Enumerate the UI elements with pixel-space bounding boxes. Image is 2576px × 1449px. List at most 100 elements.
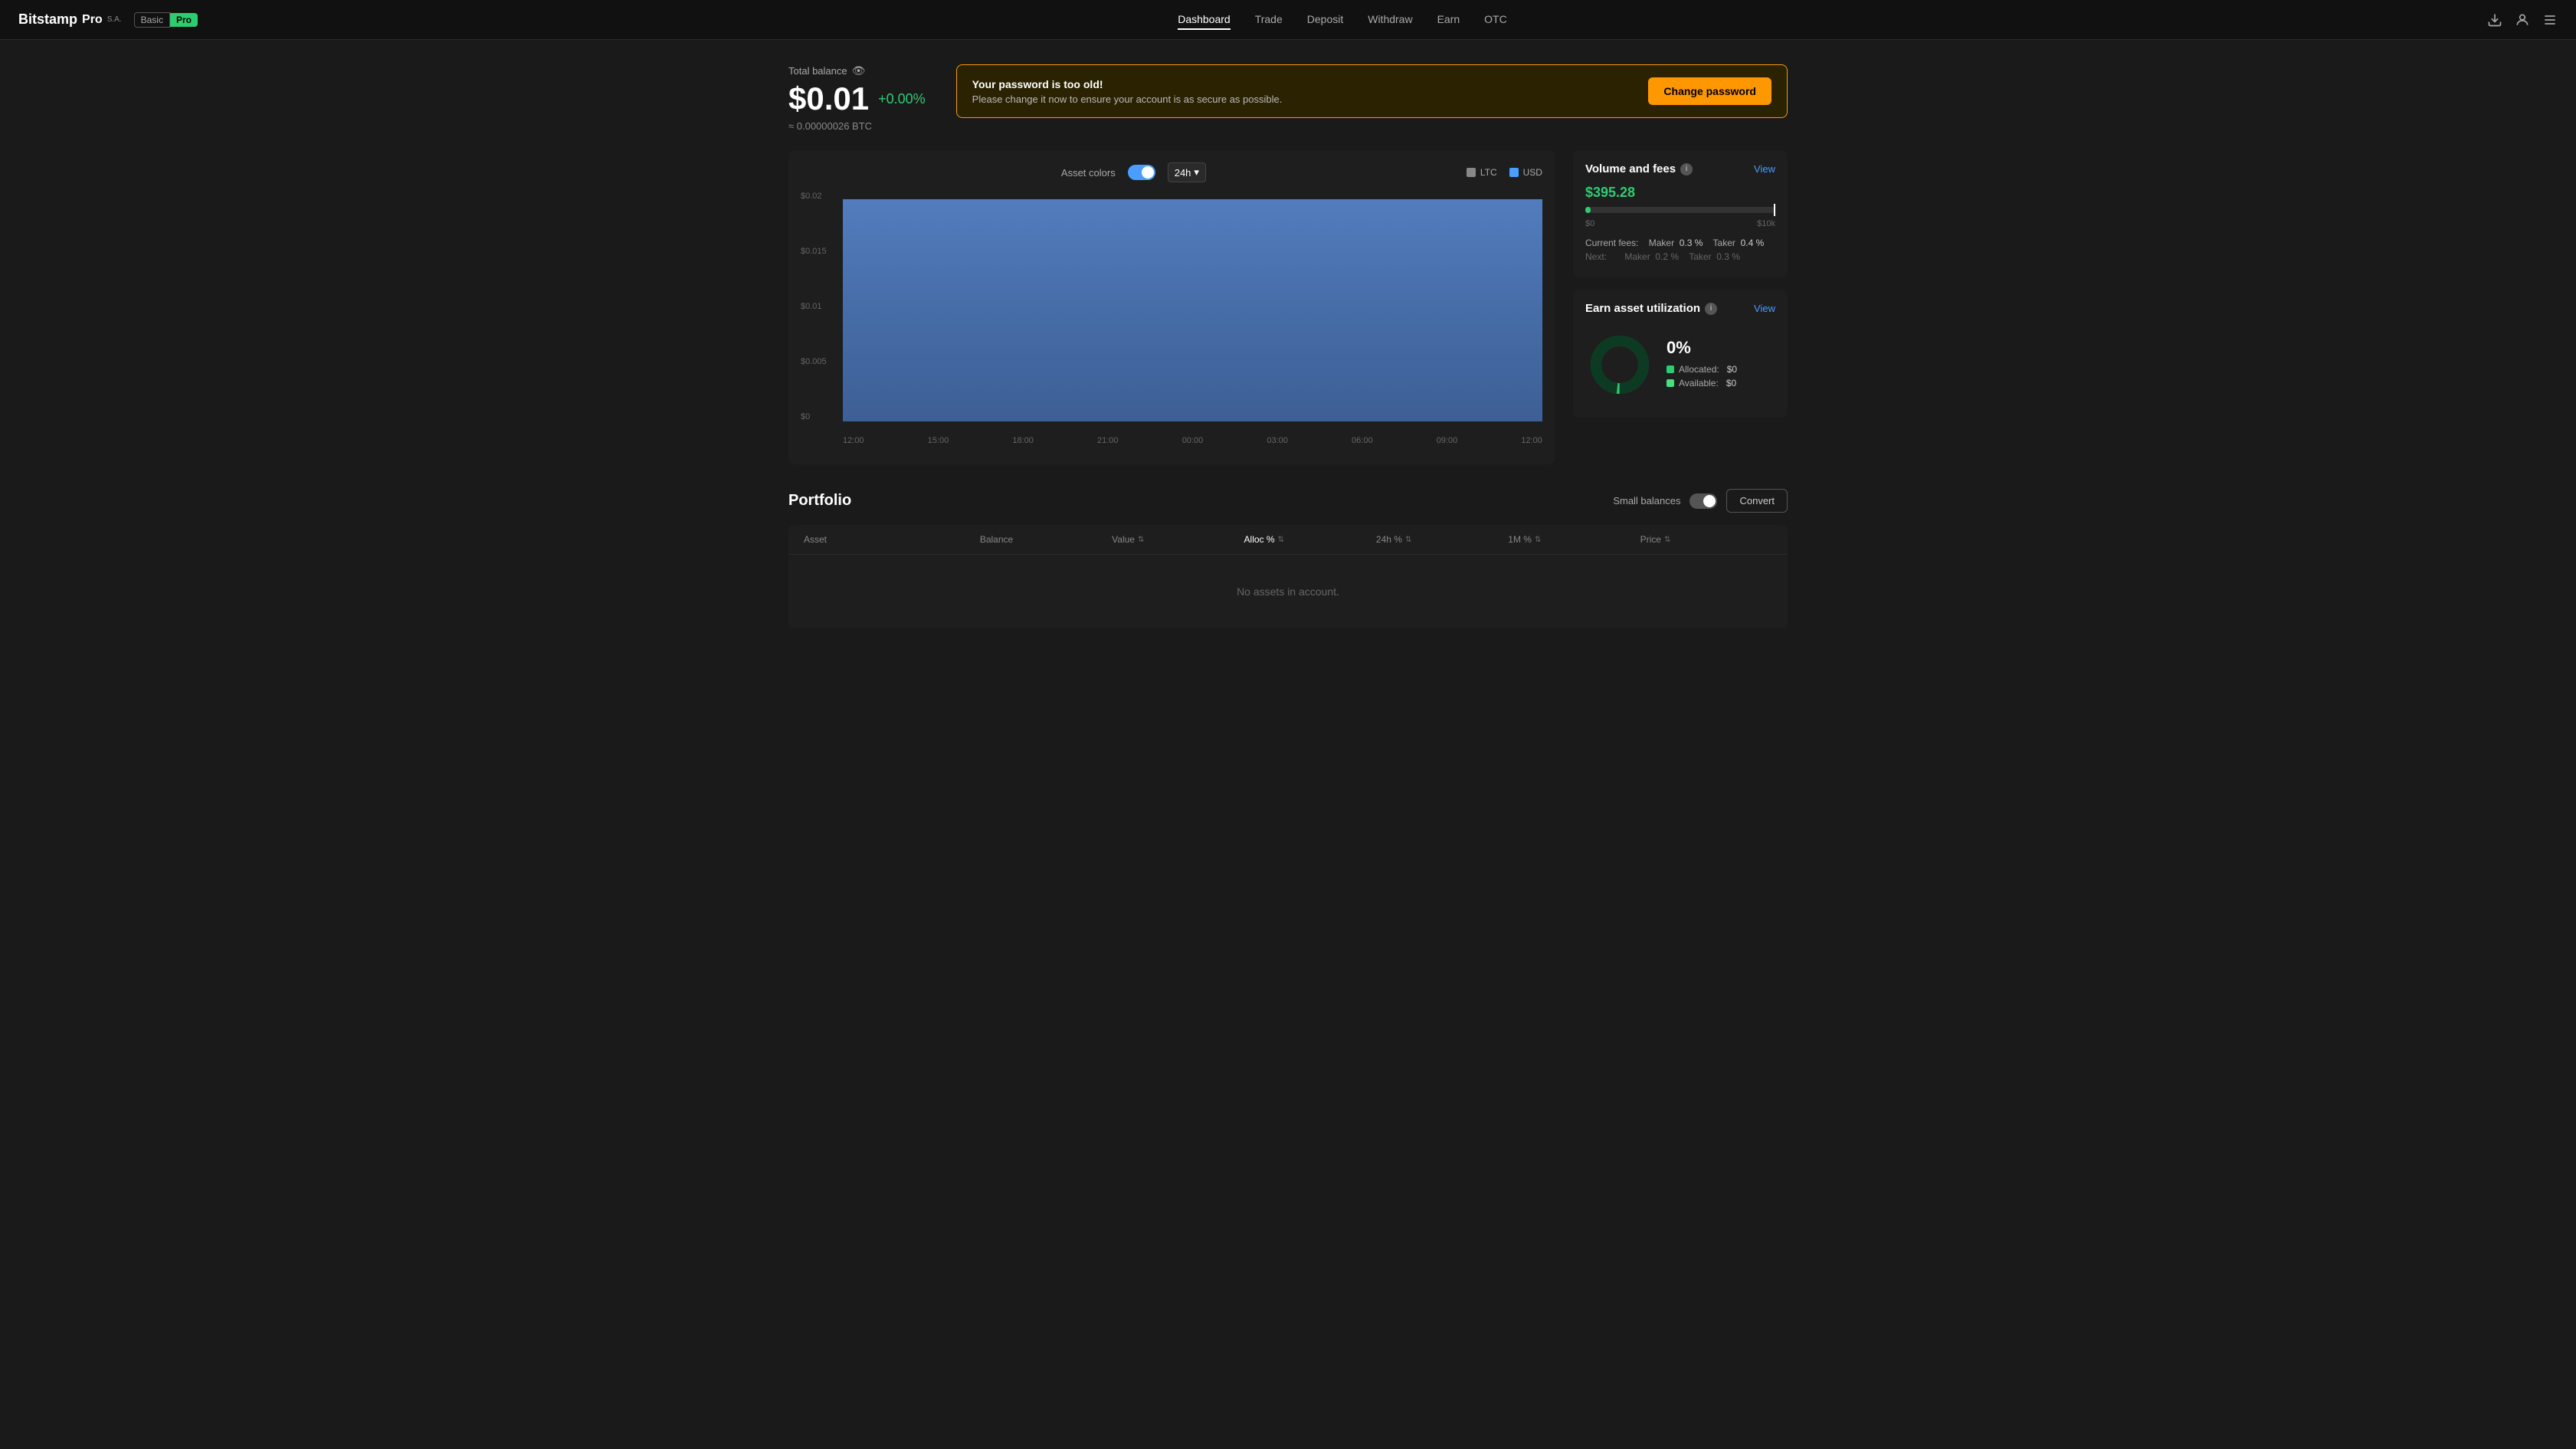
current-fees-row: Current fees: Maker 0.3 % Taker 0.4 %	[1585, 238, 1775, 248]
password-warning-banner: Your password is too old! Please change …	[956, 64, 1788, 118]
balance-info: Total balance 👁 $0.01 +0.00% ≈ 0.0000002…	[788, 64, 926, 132]
allocated-value: $0	[1727, 364, 1737, 375]
earn-available-row: Available: $0	[1667, 378, 1775, 388]
logo: Bitstamp Pro S.A.	[18, 11, 122, 28]
next-fees-row: Next: Maker 0.2 % Taker 0.3 %	[1585, 251, 1775, 262]
volume-fees-title: Volume and fees i	[1585, 162, 1693, 175]
chart-header: Asset colors 24h ▾ LTC USD	[801, 162, 1542, 182]
earn-info: 0% Allocated: $0 Available: $0	[1667, 338, 1775, 392]
volume-bar	[1585, 207, 1775, 213]
nav-dashboard[interactable]: Dashboard	[1178, 10, 1231, 30]
volume-amount: $395.28	[1585, 185, 1775, 201]
next-taker-value: 0.3 %	[1716, 251, 1740, 262]
password-warning-title: Your password is too old!	[972, 78, 1283, 90]
col-asset: Asset	[804, 534, 980, 545]
legend-ltc: LTC	[1467, 167, 1497, 178]
balance-section: Total balance 👁 $0.01 +0.00% ≈ 0.0000002…	[788, 64, 1788, 132]
chart-x-labels: 12:00 15:00 18:00 21:00 00:00 03:00 06:0…	[843, 429, 1542, 452]
chart-y-labels: $0.02 $0.015 $0.01 $0.005 $0	[801, 192, 839, 421]
balance-btc: ≈ 0.00000026 BTC	[788, 120, 926, 132]
chart-svg	[843, 192, 1542, 421]
next-maker-value: 0.2 %	[1655, 251, 1679, 262]
balance-amount: $0.01 +0.00%	[788, 80, 926, 117]
portfolio-table: Asset Balance Value ⇅ Alloc % ⇅ 24h % ⇅	[788, 525, 1788, 628]
earn-utilization-title: Earn asset utilization i	[1585, 302, 1717, 315]
volume-bar-labels: $0 $10k	[1585, 219, 1775, 228]
earn-chart-area: 0% Allocated: $0 Available: $0	[1585, 324, 1775, 405]
main-content: Total balance 👁 $0.01 +0.00% ≈ 0.0000002…	[752, 40, 1824, 653]
volume-fees-info-icon[interactable]: i	[1680, 163, 1693, 175]
convert-button[interactable]: Convert	[1726, 489, 1788, 513]
balance-change: +0.00%	[878, 91, 926, 107]
legend-usd-dot	[1509, 168, 1519, 177]
nav-earn[interactable]: Earn	[1437, 10, 1460, 30]
portfolio-controls: Small balances Convert	[1613, 489, 1788, 513]
header-actions	[2487, 12, 2558, 28]
header: Bitstamp Pro S.A. Basic Pro Dashboard Tr…	[0, 0, 2576, 40]
small-balances-toggle[interactable]	[1689, 493, 1717, 509]
volume-fees-view-link[interactable]: View	[1754, 163, 1775, 175]
download-button[interactable]	[2487, 12, 2502, 28]
earn-donut-chart	[1585, 330, 1654, 399]
badge-basic[interactable]: Basic	[134, 12, 170, 28]
col-value: Value ⇅	[1112, 534, 1244, 545]
nav-withdraw[interactable]: Withdraw	[1368, 10, 1412, 30]
legend-usd: USD	[1509, 167, 1542, 178]
logo-pro-text: Pro	[82, 13, 103, 27]
right-sidebar: Volume and fees i View $395.28 $0 $10k C…	[1573, 150, 1788, 464]
legend-ltc-dot	[1467, 168, 1476, 177]
asset-colors-toggle[interactable]	[1128, 165, 1155, 180]
earn-utilization-card: Earn asset utilization i View	[1573, 290, 1788, 418]
24h-sort-icon[interactable]: ⇅	[1405, 536, 1411, 544]
earn-allocated-row: Allocated: $0	[1667, 364, 1775, 375]
value-sort-icon[interactable]: ⇅	[1138, 536, 1144, 544]
logo-bitstamp: Bitstamp	[18, 11, 77, 28]
col-balance: Balance	[980, 534, 1112, 545]
earn-percent: 0%	[1667, 338, 1775, 358]
profile-button[interactable]	[2515, 12, 2530, 28]
volume-bar-marker	[1774, 204, 1775, 216]
badge-pro[interactable]: Pro	[170, 13, 198, 27]
col-1m: 1M % ⇅	[1508, 534, 1640, 545]
taker-value: 0.4 %	[1741, 238, 1765, 248]
volume-fees-card: Volume and fees i View $395.28 $0 $10k C…	[1573, 150, 1788, 277]
allocated-dot	[1667, 366, 1674, 373]
portfolio-chart: Asset colors 24h ▾ LTC USD	[788, 150, 1555, 464]
table-header: Asset Balance Value ⇅ Alloc % ⇅ 24h % ⇅	[788, 525, 1788, 555]
alloc-sort-icon[interactable]: ⇅	[1278, 536, 1284, 544]
nav-deposit[interactable]: Deposit	[1307, 10, 1343, 30]
plan-badges[interactable]: Basic Pro	[134, 12, 198, 28]
settings-button[interactable]	[2542, 12, 2558, 28]
nav-otc[interactable]: OTC	[1484, 10, 1507, 30]
asset-colors-label: Asset colors	[1061, 167, 1116, 179]
password-warning-subtitle: Please change it now to ensure your acco…	[972, 93, 1283, 105]
portfolio-title: Portfolio	[788, 492, 851, 510]
available-dot	[1667, 379, 1674, 387]
col-24h: 24h % ⇅	[1376, 534, 1508, 545]
logo-sa: S.A.	[107, 15, 122, 24]
earn-info-icon[interactable]: i	[1705, 303, 1717, 315]
time-selector[interactable]: 24h ▾	[1168, 162, 1206, 182]
1m-sort-icon[interactable]: ⇅	[1535, 536, 1541, 544]
main-nav: Dashboard Trade Deposit Withdraw Earn OT…	[210, 10, 2475, 30]
earn-utilization-header: Earn asset utilization i View	[1585, 302, 1775, 315]
portfolio-header: Portfolio Small balances Convert	[788, 489, 1788, 513]
nav-trade[interactable]: Trade	[1255, 10, 1283, 30]
balance-label: Total balance 👁	[788, 64, 926, 77]
volume-bar-fill	[1585, 207, 1591, 213]
content-area: Asset colors 24h ▾ LTC USD	[788, 150, 1788, 464]
chart-legend: LTC USD	[1467, 167, 1542, 178]
col-price: Price ⇅	[1640, 534, 1772, 545]
earn-view-link[interactable]: View	[1754, 303, 1775, 314]
available-value: $0	[1726, 378, 1736, 388]
portfolio-section: Portfolio Small balances Convert Asset B…	[788, 489, 1788, 628]
hide-balance-icon[interactable]: 👁	[852, 64, 866, 77]
volume-fees-header: Volume and fees i View	[1585, 162, 1775, 175]
maker-value: 0.3 %	[1680, 238, 1703, 248]
chart-area: $0.02 $0.015 $0.01 $0.005 $0	[801, 192, 1542, 452]
change-password-button[interactable]: Change password	[1648, 77, 1771, 105]
table-empty-message: No assets in account.	[788, 555, 1788, 628]
price-sort-icon[interactable]: ⇅	[1664, 536, 1670, 544]
col-alloc: Alloc % ⇅	[1244, 534, 1376, 545]
chart-controls: Asset colors 24h ▾	[1061, 162, 1206, 182]
